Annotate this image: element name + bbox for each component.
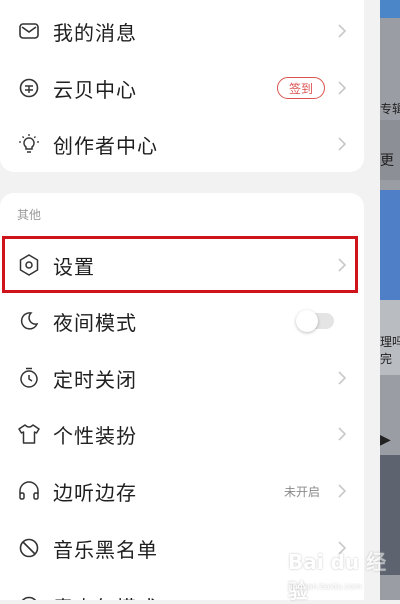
menu-item-yunbei-center[interactable]: 云贝中心 签到 (0, 60, 364, 116)
menu-item-label: 边听边存 (53, 480, 137, 505)
side-text-4: 完 (380, 352, 393, 366)
lightbulb-icon (17, 132, 41, 156)
watermark-text: Bai du 经验 (288, 550, 387, 603)
menu-item-label: 定时关闭 (53, 367, 137, 392)
watermark-subtext: jingyan.baidu.com (288, 582, 362, 591)
section-label-other: 其他 (17, 208, 42, 222)
night-mode-toggle[interactable] (296, 310, 334, 332)
chevron-right-icon (336, 424, 348, 444)
chevron-right-icon (336, 368, 348, 388)
chevron-right-icon (336, 134, 348, 154)
menu-item-sleep-timer[interactable]: 定时关闭 (0, 350, 364, 406)
dimmed-main-screen[interactable] (380, 0, 400, 600)
block-icon (17, 536, 41, 560)
menu-item-label: 我的消息 (53, 20, 137, 45)
child-icon (17, 594, 41, 600)
side-header-block (380, 0, 400, 18)
menu-item-creator-center[interactable]: 创作者中心 (0, 116, 364, 172)
play-icon: ▶ (380, 432, 391, 448)
side-text-1: 专辑 (380, 102, 400, 116)
chevron-right-icon (336, 78, 348, 98)
drawer-menu: 我的消息 云贝中心 签到 创作者中心 其他 设置 夜间模式 定时关闭 个性装扮 … (0, 0, 380, 600)
menu-item-label: 音乐黑名单 (53, 537, 158, 562)
menu-item-label: 夜间模式 (53, 310, 137, 335)
menu-item-listen-and-save[interactable]: 边听边存 未开启 (0, 463, 364, 519)
menu-item-label: 个性装扮 (53, 423, 137, 448)
headphones-icon (17, 479, 41, 503)
status-text: 未开启 (283, 484, 320, 499)
side-image-block (380, 190, 400, 300)
tshirt-icon (17, 422, 41, 446)
baidu-watermark: Bai du 经验 jingyan.baidu.com (288, 550, 393, 603)
timer-icon (17, 366, 41, 390)
chevron-right-icon (336, 481, 348, 501)
menu-item-night-mode[interactable]: 夜间模式 (0, 293, 364, 349)
menu-item-label: 云贝中心 (53, 77, 137, 102)
menu-item-label: 青少年模式 (53, 592, 158, 601)
moon-icon (17, 309, 41, 333)
mail-icon (17, 19, 41, 43)
toggle-knob (296, 310, 318, 332)
menu-item-label: 创作者中心 (53, 133, 158, 158)
side-text-2: 更 (380, 153, 394, 169)
side-text-3: 理吗 (380, 335, 400, 349)
chevron-right-icon (336, 21, 348, 41)
menu-item-messages[interactable]: 我的消息 (0, 3, 364, 59)
coin-icon (17, 76, 41, 100)
menu-item-personal-theme[interactable]: 个性装扮 (0, 406, 364, 462)
highlight-annotation-box (2, 236, 358, 293)
sign-in-badge[interactable]: 签到 (277, 77, 325, 99)
